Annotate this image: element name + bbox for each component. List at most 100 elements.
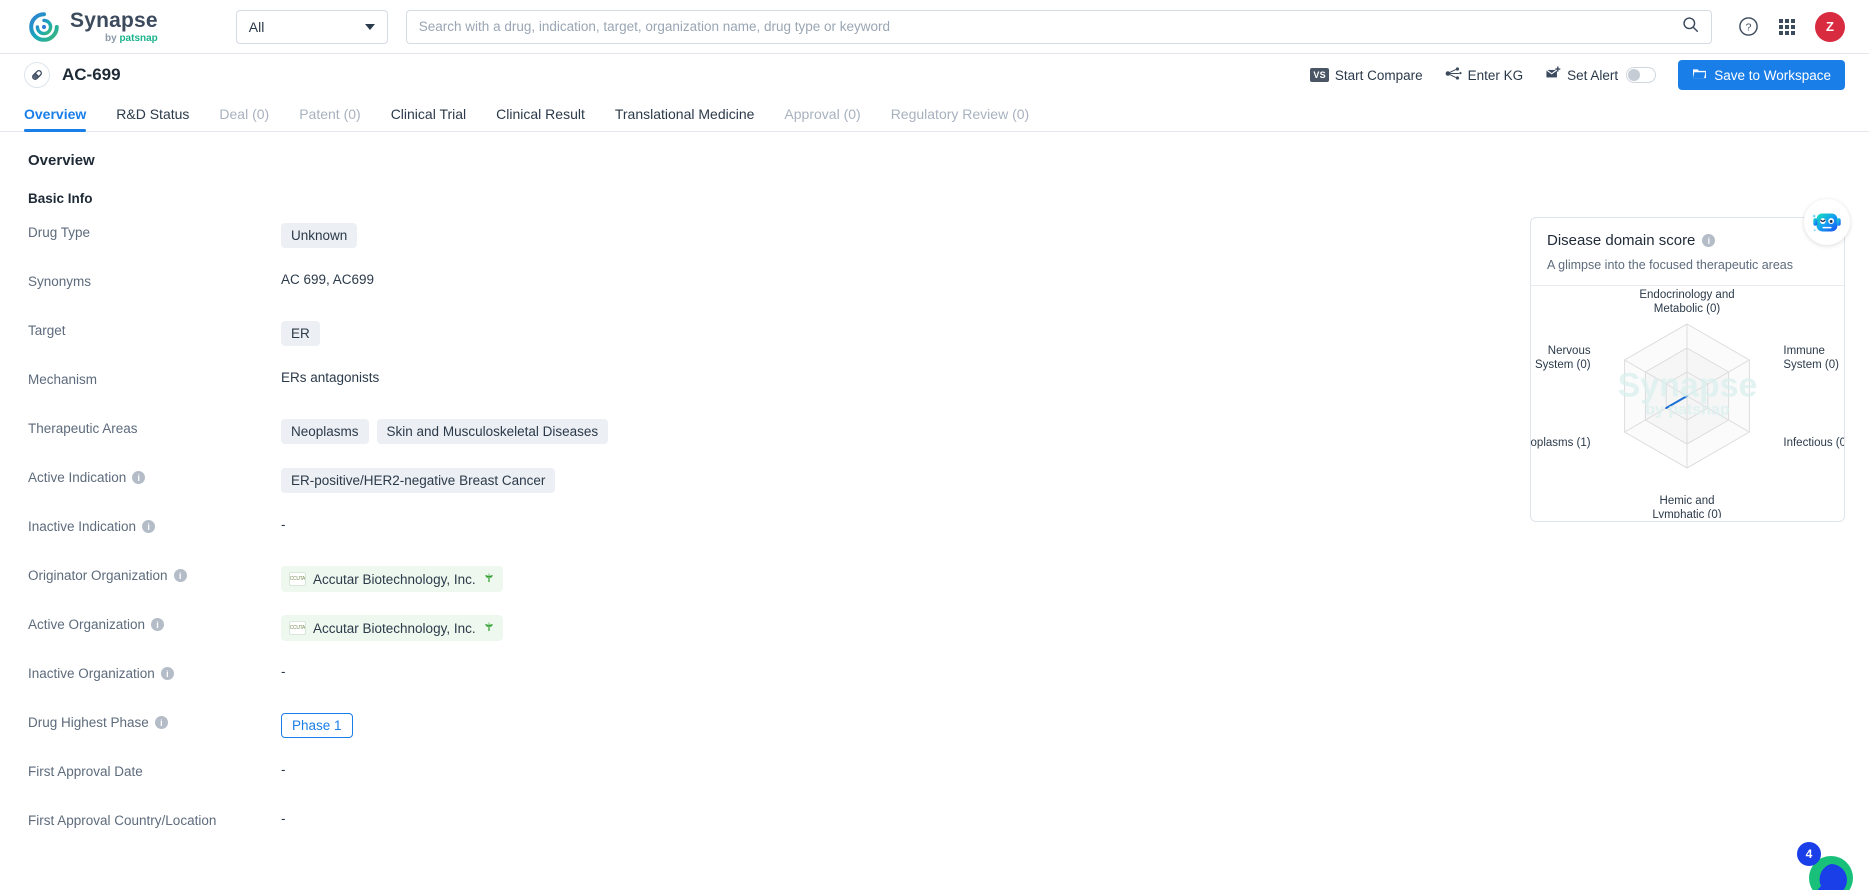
- value-chip[interactable]: ER-positive/HER2-negative Breast Cancer: [281, 468, 556, 493]
- page-title: AC-699: [62, 65, 121, 84]
- start-compare-button[interactable]: VS Start Compare: [1310, 67, 1423, 83]
- apps-grid-icon[interactable]: [1779, 18, 1795, 35]
- value-chip[interactable]: Skin and Musculoskeletal Diseases: [376, 419, 609, 444]
- save-to-workspace-button[interactable]: Save to Workspace: [1678, 60, 1845, 90]
- ai-assistant-bot-icon[interactable]: [1804, 199, 1850, 245]
- info-row-label-text: Target: [28, 323, 66, 338]
- radar-axis-label: Infectious (0): [1783, 437, 1844, 449]
- info-row: Drug Highest Phase i Phase 1: [28, 712, 1508, 761]
- info-row: Therapeutic Areas Neoplasms Skin and Muscu…: [28, 418, 1508, 467]
- organization-logo: ACCUTAR: [289, 572, 306, 586]
- info-row-label-text: Synonyms: [28, 274, 92, 289]
- info-row-value: -: [281, 516, 286, 532]
- info-circle-icon[interactable]: i: [132, 471, 146, 484]
- tab-translational-medicine[interactable]: Translational Medicine: [615, 106, 755, 131]
- chat-support-widget[interactable]: 4: [1797, 842, 1857, 890]
- synapse-logo[interactable]: Synapse by patsnap: [28, 10, 158, 44]
- info-circle-icon[interactable]: i: [151, 618, 165, 631]
- info-row-label-text: Drug Type: [28, 225, 91, 240]
- organization-chip[interactable]: ACCUTAR Accutar Biotechnology, Inc.: [281, 566, 503, 592]
- disease-domain-score-card: Disease domain score i A glimpse into th…: [1530, 199, 1850, 522]
- info-circle-icon[interactable]: i: [1702, 234, 1716, 247]
- synapse-swirl-icon: [28, 11, 60, 43]
- search-scope-value: All: [248, 18, 265, 35]
- info-row-label-text: Active Indication: [28, 470, 127, 485]
- info-row-label-text: First Approval Date: [28, 764, 143, 779]
- user-avatar[interactable]: Z: [1815, 11, 1845, 42]
- info-row: Active Indication i ER-positive/HER2-negat…: [28, 467, 1508, 516]
- info-row: First Approval Country/Location -: [28, 810, 1508, 859]
- info-row-label: Drug Type: [28, 222, 281, 240]
- empty-value: -: [281, 762, 286, 777]
- radar-card-header: Disease domain score i A glimpse into th…: [1531, 218, 1844, 285]
- info-row-label-text: First Approval Country/Location: [28, 813, 217, 828]
- info-row: Target ER: [28, 320, 1508, 369]
- detail-tabs: Overview R&D Status Deal (0) Patent (0) Clin…: [0, 96, 1869, 132]
- tab-clinical-result[interactable]: Clinical Result: [496, 106, 585, 131]
- start-compare-label: Start Compare: [1334, 67, 1423, 83]
- value-chip[interactable]: ER: [281, 321, 320, 346]
- info-row-label: First Approval Country/Location: [28, 810, 281, 828]
- help-icon[interactable]: ?: [1738, 16, 1759, 37]
- folder-icon: [1692, 67, 1707, 83]
- value-chip[interactable]: Unknown: [281, 223, 358, 248]
- drug-phase-badge[interactable]: Phase 1: [281, 713, 353, 738]
- info-row: Drug Type Unknown: [28, 222, 1508, 271]
- info-row-label: Target: [28, 320, 281, 338]
- info-row-value: ER: [281, 320, 320, 346]
- info-row-label: First Approval Date: [28, 761, 281, 779]
- tab-overview[interactable]: Overview: [24, 106, 87, 132]
- save-to-workspace-label: Save to Workspace: [1714, 67, 1831, 83]
- info-row-value: ER-positive/HER2-negative Breast Cancer: [281, 467, 556, 493]
- radar-card-title-row: Disease domain score i: [1547, 232, 1828, 249]
- tab-r-d-status[interactable]: R&D Status: [116, 106, 189, 131]
- info-row-label: Synonyms: [28, 271, 281, 289]
- tab-approval-0[interactable]: Approval (0): [784, 106, 860, 131]
- top-bar-actions: ? Z: [1738, 11, 1845, 42]
- organization-chip[interactable]: ACCUTAR Accutar Biotechnology, Inc.: [281, 615, 503, 641]
- empty-value: -: [281, 664, 286, 679]
- info-row-label: Inactive Indication i: [28, 516, 281, 534]
- search-input[interactable]: [418, 19, 1682, 34]
- tab-clinical-trial[interactable]: Clinical Trial: [391, 106, 466, 131]
- info-circle-icon[interactable]: i: [154, 716, 168, 729]
- info-row-label-text: Inactive Indication: [28, 519, 137, 534]
- basic-info-heading: Basic Info: [28, 191, 93, 206]
- brand-name: Synapse: [70, 8, 158, 32]
- tab-patent-0[interactable]: Patent (0): [299, 106, 360, 131]
- set-alert-control[interactable]: Set Alert: [1545, 66, 1657, 84]
- overview-page: Overview Basic Info Drug Type Unknown Syno…: [0, 132, 1869, 890]
- radar-chart: Synapse by patsnap Endocrinology and Meta…: [1531, 286, 1844, 518]
- enter-kg-label: Enter KG: [1467, 67, 1524, 83]
- tab-deal-0[interactable]: Deal (0): [219, 106, 269, 131]
- value-chip[interactable]: Neoplasms: [281, 419, 369, 444]
- info-row-label: Active Organization i: [28, 614, 281, 632]
- info-circle-icon[interactable]: i: [142, 520, 156, 533]
- overview-heading: Overview: [28, 152, 95, 169]
- organization-name: Accutar Biotechnology, Inc.: [313, 620, 476, 636]
- info-row-label-text: Originator Organization: [28, 568, 168, 583]
- info-circle-icon[interactable]: i: [173, 569, 187, 582]
- enter-kg-button[interactable]: Enter KG: [1445, 66, 1524, 84]
- organization-name: Accutar Biotechnology, Inc.: [313, 571, 476, 587]
- drug-header-actions: VS Start Compare Enter KG Set Alert Save…: [1310, 60, 1845, 90]
- basic-info-table: Drug Type Unknown Synonyms AC 699, AC699 Tar…: [28, 222, 1508, 859]
- search-icon[interactable]: [1682, 16, 1699, 38]
- radar-axis-label: Immune System (0): [1783, 345, 1839, 371]
- info-row: Originator Organization i ACCUTAR Accutar B…: [28, 565, 1508, 614]
- tab-regulatory-review-0[interactable]: Regulatory Review (0): [891, 106, 1030, 131]
- global-search-box[interactable]: [405, 9, 1712, 44]
- info-circle-icon[interactable]: i: [160, 667, 174, 680]
- info-row-value: Unknown: [281, 222, 358, 248]
- svg-text:?: ?: [1746, 22, 1752, 34]
- info-row-label-text: Inactive Organization: [28, 666, 155, 681]
- pill-capsule-icon: [24, 62, 50, 88]
- info-row-value: -: [281, 810, 286, 826]
- organization-logo: ACCUTAR: [289, 621, 306, 635]
- set-alert-toggle[interactable]: [1626, 67, 1657, 83]
- search-scope-dropdown[interactable]: All: [235, 9, 388, 44]
- info-row-value: -: [281, 761, 286, 777]
- info-row-label: Drug Highest Phase i: [28, 712, 281, 730]
- value-text: ERs antagonists: [281, 370, 380, 385]
- info-row-label-text: Mechanism: [28, 372, 98, 387]
